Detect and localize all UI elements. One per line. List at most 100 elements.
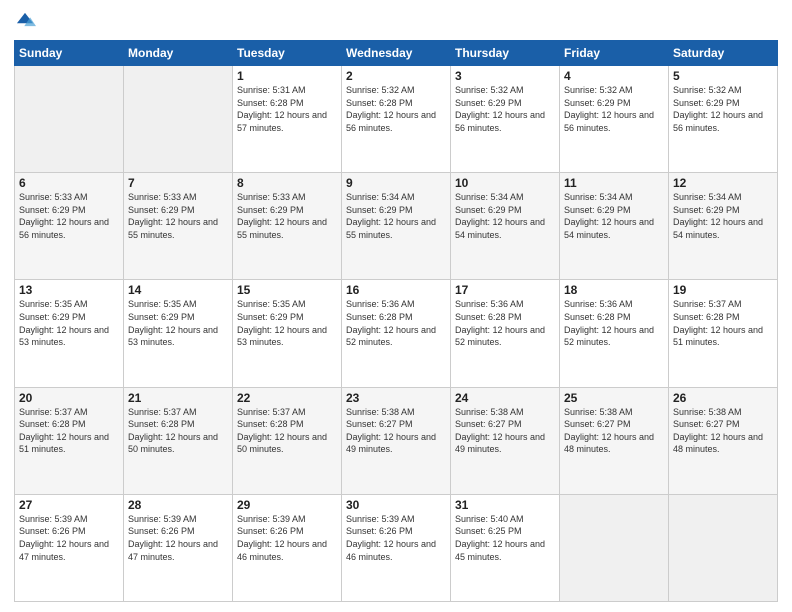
day-info: Sunrise: 5:35 AMSunset: 6:29 PMDaylight:…	[19, 298, 119, 348]
day-number: 18	[564, 283, 664, 297]
day-cell: 2Sunrise: 5:32 AMSunset: 6:28 PMDaylight…	[342, 66, 451, 173]
day-number: 30	[346, 498, 446, 512]
day-info: Sunrise: 5:32 AMSunset: 6:28 PMDaylight:…	[346, 84, 446, 134]
day-cell: 29Sunrise: 5:39 AMSunset: 6:26 PMDayligh…	[233, 494, 342, 601]
col-header-sunday: Sunday	[15, 41, 124, 66]
day-number: 25	[564, 391, 664, 405]
col-header-wednesday: Wednesday	[342, 41, 451, 66]
day-cell: 28Sunrise: 5:39 AMSunset: 6:26 PMDayligh…	[124, 494, 233, 601]
day-cell: 24Sunrise: 5:38 AMSunset: 6:27 PMDayligh…	[451, 387, 560, 494]
day-info: Sunrise: 5:36 AMSunset: 6:28 PMDaylight:…	[346, 298, 446, 348]
day-cell: 17Sunrise: 5:36 AMSunset: 6:28 PMDayligh…	[451, 280, 560, 387]
day-number: 5	[673, 69, 773, 83]
week-row-3: 13Sunrise: 5:35 AMSunset: 6:29 PMDayligh…	[15, 280, 778, 387]
day-info: Sunrise: 5:38 AMSunset: 6:27 PMDaylight:…	[564, 406, 664, 456]
day-cell: 30Sunrise: 5:39 AMSunset: 6:26 PMDayligh…	[342, 494, 451, 601]
day-cell: 5Sunrise: 5:32 AMSunset: 6:29 PMDaylight…	[669, 66, 778, 173]
day-cell: 10Sunrise: 5:34 AMSunset: 6:29 PMDayligh…	[451, 173, 560, 280]
day-info: Sunrise: 5:33 AMSunset: 6:29 PMDaylight:…	[237, 191, 337, 241]
day-cell: 18Sunrise: 5:36 AMSunset: 6:28 PMDayligh…	[560, 280, 669, 387]
week-row-4: 20Sunrise: 5:37 AMSunset: 6:28 PMDayligh…	[15, 387, 778, 494]
day-number: 3	[455, 69, 555, 83]
calendar-header-row: SundayMondayTuesdayWednesdayThursdayFrid…	[15, 41, 778, 66]
header	[14, 10, 778, 32]
day-cell: 12Sunrise: 5:34 AMSunset: 6:29 PMDayligh…	[669, 173, 778, 280]
day-number: 12	[673, 176, 773, 190]
day-number: 9	[346, 176, 446, 190]
day-info: Sunrise: 5:36 AMSunset: 6:28 PMDaylight:…	[455, 298, 555, 348]
day-info: Sunrise: 5:37 AMSunset: 6:28 PMDaylight:…	[128, 406, 228, 456]
day-cell: 19Sunrise: 5:37 AMSunset: 6:28 PMDayligh…	[669, 280, 778, 387]
day-number: 10	[455, 176, 555, 190]
day-info: Sunrise: 5:34 AMSunset: 6:29 PMDaylight:…	[455, 191, 555, 241]
day-number: 2	[346, 69, 446, 83]
day-cell: 16Sunrise: 5:36 AMSunset: 6:28 PMDayligh…	[342, 280, 451, 387]
day-cell: 25Sunrise: 5:38 AMSunset: 6:27 PMDayligh…	[560, 387, 669, 494]
day-number: 19	[673, 283, 773, 297]
day-number: 13	[19, 283, 119, 297]
day-cell	[124, 66, 233, 173]
col-header-friday: Friday	[560, 41, 669, 66]
day-number: 28	[128, 498, 228, 512]
day-info: Sunrise: 5:39 AMSunset: 6:26 PMDaylight:…	[128, 513, 228, 563]
day-number: 20	[19, 391, 119, 405]
day-number: 16	[346, 283, 446, 297]
logo-icon	[14, 10, 36, 32]
day-number: 17	[455, 283, 555, 297]
day-cell: 6Sunrise: 5:33 AMSunset: 6:29 PMDaylight…	[15, 173, 124, 280]
day-number: 7	[128, 176, 228, 190]
week-row-2: 6Sunrise: 5:33 AMSunset: 6:29 PMDaylight…	[15, 173, 778, 280]
day-cell: 23Sunrise: 5:38 AMSunset: 6:27 PMDayligh…	[342, 387, 451, 494]
day-cell: 21Sunrise: 5:37 AMSunset: 6:28 PMDayligh…	[124, 387, 233, 494]
day-number: 8	[237, 176, 337, 190]
day-cell: 3Sunrise: 5:32 AMSunset: 6:29 PMDaylight…	[451, 66, 560, 173]
day-cell: 27Sunrise: 5:39 AMSunset: 6:26 PMDayligh…	[15, 494, 124, 601]
day-cell: 13Sunrise: 5:35 AMSunset: 6:29 PMDayligh…	[15, 280, 124, 387]
day-info: Sunrise: 5:37 AMSunset: 6:28 PMDaylight:…	[237, 406, 337, 456]
day-info: Sunrise: 5:40 AMSunset: 6:25 PMDaylight:…	[455, 513, 555, 563]
day-cell: 9Sunrise: 5:34 AMSunset: 6:29 PMDaylight…	[342, 173, 451, 280]
day-info: Sunrise: 5:31 AMSunset: 6:28 PMDaylight:…	[237, 84, 337, 134]
day-cell: 11Sunrise: 5:34 AMSunset: 6:29 PMDayligh…	[560, 173, 669, 280]
week-row-5: 27Sunrise: 5:39 AMSunset: 6:26 PMDayligh…	[15, 494, 778, 601]
day-number: 22	[237, 391, 337, 405]
day-number: 21	[128, 391, 228, 405]
day-cell	[15, 66, 124, 173]
day-cell: 14Sunrise: 5:35 AMSunset: 6:29 PMDayligh…	[124, 280, 233, 387]
col-header-thursday: Thursday	[451, 41, 560, 66]
day-number: 31	[455, 498, 555, 512]
day-info: Sunrise: 5:39 AMSunset: 6:26 PMDaylight:…	[19, 513, 119, 563]
day-number: 15	[237, 283, 337, 297]
day-cell: 15Sunrise: 5:35 AMSunset: 6:29 PMDayligh…	[233, 280, 342, 387]
day-info: Sunrise: 5:32 AMSunset: 6:29 PMDaylight:…	[564, 84, 664, 134]
day-info: Sunrise: 5:32 AMSunset: 6:29 PMDaylight:…	[673, 84, 773, 134]
day-number: 6	[19, 176, 119, 190]
day-cell	[669, 494, 778, 601]
col-header-tuesday: Tuesday	[233, 41, 342, 66]
day-info: Sunrise: 5:34 AMSunset: 6:29 PMDaylight:…	[564, 191, 664, 241]
day-cell: 8Sunrise: 5:33 AMSunset: 6:29 PMDaylight…	[233, 173, 342, 280]
logo	[14, 10, 40, 32]
day-cell: 31Sunrise: 5:40 AMSunset: 6:25 PMDayligh…	[451, 494, 560, 601]
day-info: Sunrise: 5:37 AMSunset: 6:28 PMDaylight:…	[673, 298, 773, 348]
day-info: Sunrise: 5:36 AMSunset: 6:28 PMDaylight:…	[564, 298, 664, 348]
day-info: Sunrise: 5:34 AMSunset: 6:29 PMDaylight:…	[673, 191, 773, 241]
day-info: Sunrise: 5:37 AMSunset: 6:28 PMDaylight:…	[19, 406, 119, 456]
day-info: Sunrise: 5:32 AMSunset: 6:29 PMDaylight:…	[455, 84, 555, 134]
day-cell: 20Sunrise: 5:37 AMSunset: 6:28 PMDayligh…	[15, 387, 124, 494]
day-cell: 22Sunrise: 5:37 AMSunset: 6:28 PMDayligh…	[233, 387, 342, 494]
day-number: 23	[346, 391, 446, 405]
col-header-saturday: Saturday	[669, 41, 778, 66]
day-number: 29	[237, 498, 337, 512]
day-info: Sunrise: 5:38 AMSunset: 6:27 PMDaylight:…	[673, 406, 773, 456]
calendar: SundayMondayTuesdayWednesdayThursdayFrid…	[14, 40, 778, 602]
day-cell: 26Sunrise: 5:38 AMSunset: 6:27 PMDayligh…	[669, 387, 778, 494]
day-info: Sunrise: 5:33 AMSunset: 6:29 PMDaylight:…	[19, 191, 119, 241]
week-row-1: 1Sunrise: 5:31 AMSunset: 6:28 PMDaylight…	[15, 66, 778, 173]
day-number: 14	[128, 283, 228, 297]
day-info: Sunrise: 5:38 AMSunset: 6:27 PMDaylight:…	[346, 406, 446, 456]
day-number: 27	[19, 498, 119, 512]
day-info: Sunrise: 5:39 AMSunset: 6:26 PMDaylight:…	[346, 513, 446, 563]
col-header-monday: Monday	[124, 41, 233, 66]
day-info: Sunrise: 5:38 AMSunset: 6:27 PMDaylight:…	[455, 406, 555, 456]
